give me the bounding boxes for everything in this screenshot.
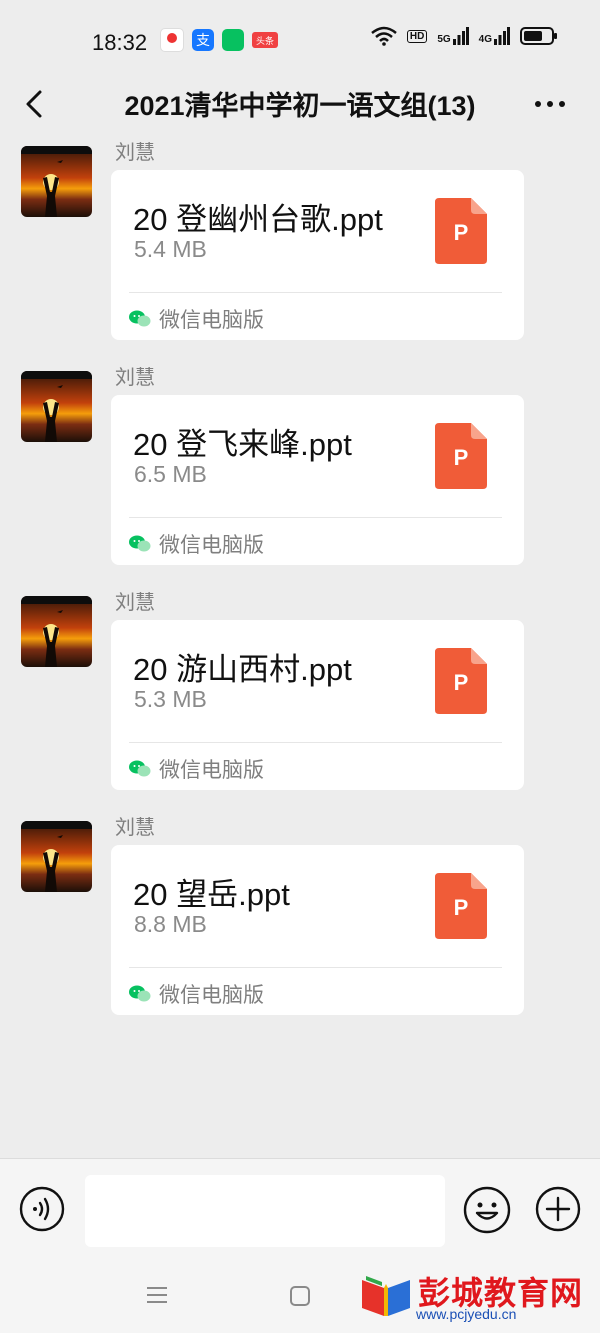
file-source: 微信电脑版	[129, 979, 264, 1009]
status-indicators: HD 5G 4G	[371, 26, 557, 46]
signal-icon-4g: 4G	[479, 27, 510, 45]
avatar-image	[21, 371, 92, 442]
ppt-file-icon: P	[435, 198, 487, 264]
file-source-label: 微信电脑版	[159, 759, 264, 782]
status-time: 18:32	[92, 30, 148, 55]
network-5g-label: 5G	[437, 34, 451, 45]
map-app-icon	[160, 28, 184, 52]
file-name: 20 登幽州台歌.ppt	[133, 202, 383, 237]
file-size: 6.5 MB	[134, 461, 207, 487]
battery-icon	[520, 27, 557, 45]
file-name: 20 登飞来峰.ppt	[133, 427, 352, 462]
wechat-icon	[129, 535, 151, 553]
wechat-icon	[129, 985, 151, 1003]
card-divider	[129, 742, 502, 743]
avatar-image	[21, 146, 92, 217]
message-row: 刘慧 20 登幽州台歌.ppt 5.4 MB P 微信电脑版	[0, 142, 600, 346]
avatar[interactable]	[21, 371, 92, 442]
plus-icon	[535, 1186, 581, 1232]
more-icon	[535, 101, 565, 107]
more-button[interactable]	[530, 92, 570, 116]
network-4g-label: 4G	[478, 34, 492, 45]
wifi-icon	[371, 26, 397, 46]
status-app-icons: 支 头条	[160, 28, 278, 52]
wechat-app-icon	[222, 29, 244, 51]
file-size: 5.4 MB	[134, 236, 207, 262]
file-source: 微信电脑版	[129, 754, 264, 784]
alipay-icon: 支	[192, 29, 214, 51]
emoji-icon	[463, 1186, 511, 1234]
ppt-icon-letter: P	[453, 895, 469, 920]
home-icon[interactable]	[290, 1286, 310, 1306]
file-size: 5.3 MB	[134, 686, 207, 712]
status-bar: 18:32 支 头条 HD 5G 4G	[0, 0, 600, 78]
file-name: 20 望岳.ppt	[133, 877, 290, 912]
avatar[interactable]	[21, 821, 92, 892]
ppt-icon-letter: P	[453, 670, 469, 695]
file-card[interactable]: 20 登飞来峰.ppt 6.5 MB P 微信电脑版	[111, 395, 524, 565]
sender-name: 刘慧	[115, 817, 155, 839]
wechat-icon	[129, 760, 151, 778]
file-source: 微信电脑版	[129, 529, 264, 559]
message-row: 刘慧 20 望岳.ppt 8.8 MB P 微信电脑版	[0, 817, 600, 1021]
menu-key[interactable]	[146, 1284, 168, 1306]
message-input[interactable]	[85, 1175, 445, 1247]
avatar[interactable]	[21, 596, 92, 667]
file-source-label: 微信电脑版	[159, 309, 264, 332]
watermark: 彭城教育网 www.pcjyedu.cn	[358, 1268, 586, 1326]
ppt-file-icon: P	[435, 648, 487, 714]
sender-name: 刘慧	[115, 367, 155, 389]
sender-name: 刘慧	[115, 592, 155, 614]
file-card[interactable]: 20 登幽州台歌.ppt 5.4 MB P 微信电脑版	[111, 170, 524, 340]
voice-button[interactable]	[19, 1186, 65, 1232]
card-divider	[129, 517, 502, 518]
file-source-label: 微信电脑版	[159, 534, 264, 557]
file-card[interactable]: 20 望岳.ppt 8.8 MB P 微信电脑版	[111, 845, 524, 1015]
avatar[interactable]	[21, 146, 92, 217]
menu-icon	[147, 1287, 167, 1303]
file-name: 20 游山西村.ppt	[133, 652, 352, 687]
nav-bar: 2021清华中学初一语文组(13)	[0, 78, 600, 128]
file-source: 微信电脑版	[129, 304, 264, 334]
sender-name: 刘慧	[115, 142, 155, 164]
plus-button[interactable]	[535, 1186, 581, 1232]
watermark-logo-icon	[362, 1276, 410, 1316]
toutiao-icon: 头条	[252, 32, 278, 48]
ppt-file-icon: P	[435, 873, 487, 939]
message-row: 刘慧 20 登飞来峰.ppt 6.5 MB P 微信电脑版	[0, 367, 600, 571]
message-row: 刘慧 20 游山西村.ppt 5.3 MB P 微信电脑版	[0, 592, 600, 796]
signal-icon-5g: 5G	[437, 27, 469, 45]
watermark-url: www.pcjyedu.cn	[416, 1306, 517, 1322]
file-card[interactable]: 20 游山西村.ppt 5.3 MB P 微信电脑版	[111, 620, 524, 790]
file-source-label: 微信电脑版	[159, 984, 264, 1007]
voice-icon	[19, 1186, 65, 1232]
emoji-button[interactable]	[463, 1186, 511, 1234]
chat-area[interactable]: 刘慧 20 己亥杂诗.ppt 6.6 MB P 微信电脑版	[0, 128, 600, 1158]
input-bar	[0, 1158, 600, 1262]
avatar-image	[21, 596, 92, 667]
chat-title: 2021清华中学初一语文组(13)	[124, 91, 476, 121]
avatar-image	[21, 821, 92, 892]
card-divider	[129, 292, 502, 293]
ppt-icon-letter: P	[453, 220, 469, 245]
ppt-file-icon: P	[435, 423, 487, 489]
ppt-icon-letter: P	[453, 445, 469, 470]
file-size: 8.8 MB	[134, 911, 207, 937]
hd-badge: HD	[406, 29, 428, 43]
wechat-icon	[129, 310, 151, 328]
card-divider	[129, 967, 502, 968]
